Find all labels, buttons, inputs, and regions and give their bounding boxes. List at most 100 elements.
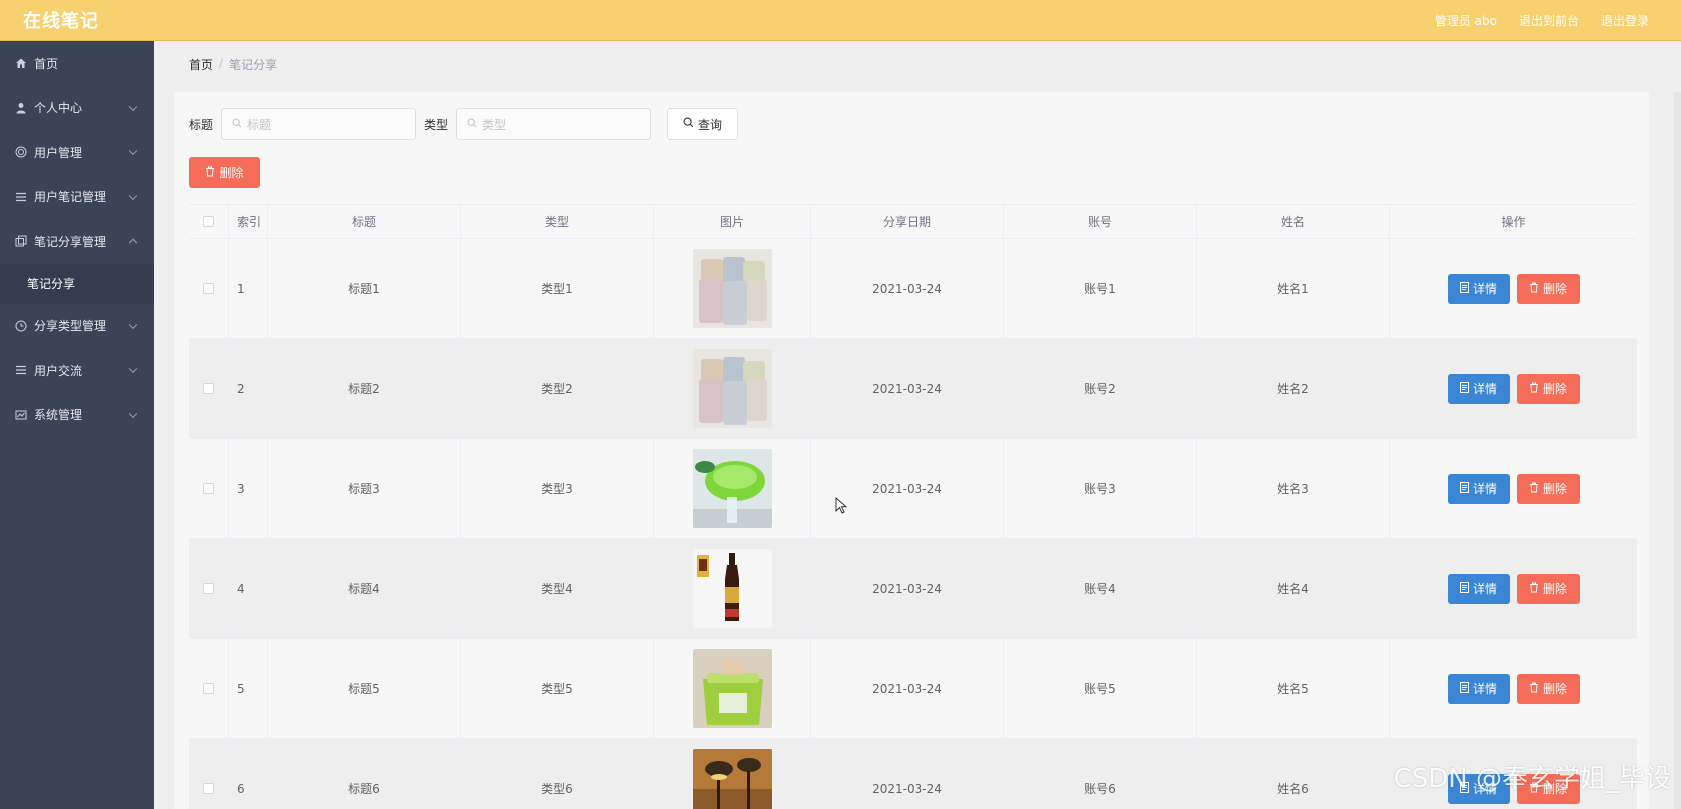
delete-button[interactable]: 删除: [1516, 673, 1580, 704]
search-icon: [232, 117, 242, 131]
row-ops: 详情 删除: [1390, 439, 1637, 538]
row-date: 2021-03-24: [811, 239, 1004, 338]
row-thumbnail[interactable]: [692, 549, 772, 628]
search-icon: [683, 117, 694, 131]
delete-label: 删除: [1542, 582, 1567, 596]
sidebar-item-label: 个人中心: [34, 101, 83, 116]
header-account: 账号: [1004, 205, 1197, 238]
delete-button[interactable]: 删除: [1516, 573, 1580, 604]
detail-label: 详情: [1472, 482, 1497, 496]
row-image-cell: [654, 539, 811, 638]
search-bar: 标题 标题 类型 类型 查询: [189, 108, 739, 140]
header-name: 姓名: [1197, 205, 1390, 238]
row-checkbox[interactable]: [203, 283, 214, 294]
row-checkbox[interactable]: [203, 483, 214, 494]
row-thumbnail[interactable]: [692, 749, 772, 809]
row-image-cell: [654, 439, 811, 538]
row-type: 类型3: [461, 439, 654, 538]
row-date: 2021-03-24: [811, 339, 1004, 438]
sidebar-subitem-label: 笔记分享: [27, 277, 76, 291]
sidebar-item-share-types[interactable]: 分享类型管理: [0, 304, 154, 349]
trash-icon: [1529, 282, 1539, 296]
row-ops: 详情 删除: [1390, 539, 1637, 638]
detail-label: 详情: [1472, 682, 1497, 696]
row-thumbnail[interactable]: [692, 349, 772, 428]
chevron-down-icon: [128, 146, 138, 156]
row-index: 2: [229, 339, 268, 438]
home-icon: [15, 57, 27, 69]
row-ops: 详情 删除: [1390, 339, 1637, 438]
row-account: 账号5: [1004, 639, 1197, 738]
detail-button[interactable]: 详情: [1447, 473, 1510, 504]
table-row: 2 标题2 类型2 2021-03-24 账号2 姓名2 详情 删除: [189, 339, 1637, 439]
sidebar-item-user-notes[interactable]: 用户笔记管理: [0, 175, 154, 220]
row-ops: 详情 删除: [1390, 639, 1637, 738]
row-thumbnail[interactable]: [692, 249, 772, 328]
type-placeholder: 类型: [482, 117, 507, 132]
row-index: 6: [229, 739, 268, 809]
breadcrumb: 首页 / 笔记分享: [189, 56, 277, 73]
document-icon: [1459, 481, 1469, 496]
sidebar-item-home[interactable]: 首页: [0, 41, 154, 86]
row-date: 2021-03-24: [811, 639, 1004, 738]
logout-link[interactable]: 退出登录: [1601, 12, 1649, 29]
sidebar-item-users[interactable]: 用户管理: [0, 130, 154, 175]
title-search-input[interactable]: 标题: [221, 108, 417, 140]
table-row: 5 标题5 类型5 2021-03-24 账号5 姓名5 详情 删除: [189, 639, 1637, 739]
sidebar-item-label: 笔记分享管理: [34, 234, 107, 249]
row-index: 3: [229, 439, 268, 538]
back-to-front-link[interactable]: 退出到前台: [1519, 12, 1579, 29]
trash-icon: [1529, 582, 1539, 596]
type-filter-label: 类型: [424, 117, 449, 132]
row-name: 姓名2: [1197, 339, 1390, 438]
app-title: 在线笔记: [23, 11, 99, 32]
delete-button[interactable]: 删除: [1516, 273, 1580, 304]
trash-icon: [1529, 682, 1539, 696]
row-image-cell: [654, 239, 811, 338]
select-all-checkbox[interactable]: [203, 216, 214, 227]
row-checkbox-cell: [189, 539, 229, 638]
copy-icon: [15, 235, 27, 247]
detail-button[interactable]: 详情: [1447, 673, 1510, 704]
row-title: 标题1: [268, 239, 461, 338]
document-icon: [1459, 681, 1469, 696]
table-row: 4 标题4 类型4 2021-03-24 账号4 姓名4 详情 删除: [189, 539, 1637, 639]
row-checkbox[interactable]: [203, 383, 214, 394]
row-date: 2021-03-24: [811, 439, 1004, 538]
sidebar-item-communication[interactable]: 用户交流: [0, 348, 154, 393]
query-button[interactable]: 查询: [667, 108, 739, 140]
delete-label: 删除: [1542, 282, 1567, 296]
sidebar-item-system[interactable]: 系统管理: [0, 393, 154, 438]
delete-button[interactable]: 删除: [1516, 473, 1580, 504]
admin-label: 管理员 abo: [1434, 14, 1497, 28]
sidebar-item-label: 分享类型管理: [34, 319, 107, 334]
row-index: 1: [229, 239, 268, 338]
table-row: 3 标题3 类型3 2021-03-24 账号3 姓名3 详情 删除: [189, 439, 1637, 539]
row-index: 4: [229, 539, 268, 638]
row-thumbnail[interactable]: [692, 649, 772, 728]
detail-button[interactable]: 详情: [1447, 273, 1510, 304]
breadcrumb-home[interactable]: 首页: [189, 56, 213, 73]
type-search-input[interactable]: 类型: [456, 108, 652, 140]
query-label: 查询: [698, 117, 723, 132]
sidebar-item-note-share[interactable]: 笔记分享管理: [0, 219, 154, 264]
row-thumbnail[interactable]: [692, 449, 772, 528]
row-checkbox[interactable]: [203, 683, 214, 694]
detail-button[interactable]: 详情: [1447, 573, 1510, 604]
row-checkbox-cell: [189, 639, 229, 738]
page-scrollbar[interactable]: [1674, 92, 1681, 809]
row-image-cell: [654, 639, 811, 738]
batch-delete-button[interactable]: 删除: [189, 157, 260, 188]
row-account: 账号3: [1004, 439, 1197, 538]
mouse-cursor-icon: [835, 496, 848, 518]
sidebar-item-profile[interactable]: 个人中心: [0, 86, 154, 131]
row-checkbox-cell: [189, 239, 229, 338]
delete-button[interactable]: 删除: [1516, 373, 1580, 404]
sidebar-subitem-note-share[interactable]: 笔记分享: [0, 263, 154, 304]
row-checkbox[interactable]: [203, 583, 214, 594]
sidebar: 首页 个人中心 用户管理 用户笔记管理 笔记分享管理 笔记分享 分享类型管理 用…: [0, 41, 154, 809]
row-checkbox[interactable]: [203, 783, 214, 794]
row-name: 姓名5: [1197, 639, 1390, 738]
sidebar-item-label: 用户交流: [34, 363, 83, 378]
detail-button[interactable]: 详情: [1447, 373, 1510, 404]
